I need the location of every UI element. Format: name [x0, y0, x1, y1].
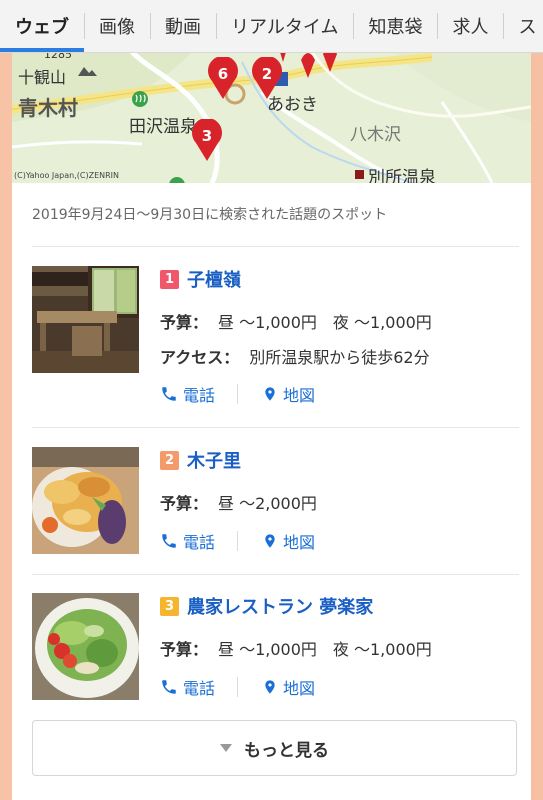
- budget-value: 昼 〜1,000円 夜 〜1,000円: [218, 313, 432, 332]
- map-pin-6[interactable]: 6: [208, 57, 242, 101]
- map-label-onsen: 田沢温泉: [129, 117, 197, 137]
- budget-value: 昼 〜2,000円: [218, 494, 317, 513]
- spot-name-link[interactable]: 子檀嶺: [187, 266, 241, 292]
- budget-row: 予算： 昼 〜1,000円 夜 〜1,000円: [160, 309, 432, 333]
- tab-more-partial[interactable]: ス: [503, 0, 543, 52]
- map-pin-icon: [265, 680, 275, 694]
- map-link[interactable]: 地図: [262, 382, 315, 406]
- phone-label: 電話: [183, 533, 216, 552]
- spot-item: 2 木子里 予算： 昼 〜2,000円 電話 地図: [12, 447, 531, 567]
- map-pin-number: 3: [201, 127, 213, 145]
- access-row: アクセス： 別所温泉駅から徒歩62分: [160, 344, 430, 368]
- phone-icon: [162, 680, 176, 694]
- spot-photo[interactable]: [32, 593, 139, 700]
- action-separator: [237, 677, 239, 697]
- phone-label: 電話: [183, 679, 216, 698]
- phone-link[interactable]: 電話: [160, 675, 215, 699]
- rank-badge: 1: [160, 270, 179, 289]
- phone-label: 電話: [183, 386, 216, 405]
- tab-videos[interactable]: 動画: [150, 0, 216, 52]
- phone-link[interactable]: 電話: [160, 382, 215, 406]
- map-label-mountain: 十観山: [18, 68, 67, 87]
- budget-value: 昼 〜1,000円 夜 〜1,000円: [218, 640, 432, 659]
- map-label-bessho: 別所温泉: [368, 168, 436, 183]
- access-value: 別所温泉駅から徒歩62分: [249, 348, 430, 367]
- phone-icon: [162, 387, 176, 401]
- tab-chiebukuro[interactable]: 知恵袋: [353, 0, 437, 52]
- action-separator: [237, 531, 239, 551]
- spot-photo-image: [32, 447, 139, 554]
- map-label: 地図: [283, 679, 316, 698]
- spot-photo-image: [32, 266, 139, 373]
- map-link[interactable]: 地図: [262, 529, 315, 553]
- budget-key: 予算：: [160, 313, 209, 332]
- spot-photo-image: [32, 593, 139, 700]
- budget-row: 予算： 昼 〜1,000円 夜 〜1,000円: [160, 636, 432, 660]
- phone-icon: [162, 534, 176, 548]
- budget-key: 予算：: [160, 494, 209, 513]
- tab-label: 画像: [99, 17, 135, 38]
- rank-badge: 2: [160, 451, 179, 470]
- divider: [32, 574, 519, 575]
- tab-label: リアルタイム: [231, 17, 339, 38]
- map-pin-2[interactable]: 2: [252, 57, 286, 101]
- tab-label: 知恵袋: [368, 17, 423, 38]
- tab-label: ス: [518, 17, 537, 38]
- spot-item: 1 子檀嶺 予算： 昼 〜1,000円 夜 〜1,000円 アクセス： 別所温泉駅か…: [12, 266, 531, 426]
- map-pin-icon: [265, 387, 275, 401]
- caret-down-icon: [220, 744, 232, 752]
- map-label-elevation: 1285: [44, 52, 72, 61]
- map-pin-number: 2: [261, 65, 273, 83]
- spot-photo[interactable]: [32, 447, 139, 554]
- budget-row: 予算： 昼 〜2,000円: [160, 490, 317, 514]
- spot-actions: 電話 地図: [160, 675, 315, 699]
- divider: [32, 427, 519, 428]
- map-credit: (C)Yahoo Japan,(C)ZENRIN: [14, 171, 120, 180]
- map-link[interactable]: 地図: [262, 675, 315, 699]
- search-tab-bar: ウェブ 画像 動画 リアルタイム 知恵袋 求人 ス: [0, 0, 543, 53]
- budget-key: 予算：: [160, 640, 209, 659]
- spot-photo[interactable]: [32, 266, 139, 373]
- divider: [32, 246, 519, 247]
- map-pin-icon: [265, 534, 275, 548]
- action-separator: [237, 384, 239, 404]
- spot-actions: 電話 地図: [160, 382, 315, 406]
- spots-caption: 2019年9月24日〜9月30日に検索された話題のスポット: [32, 207, 388, 223]
- spot-name-link[interactable]: 木子里: [187, 447, 241, 473]
- tab-jobs[interactable]: 求人: [437, 0, 503, 52]
- map-label: 地図: [283, 533, 316, 552]
- spot-name-link[interactable]: 農家レストラン 夢楽家: [187, 593, 373, 619]
- tab-label: ウェブ: [15, 17, 69, 38]
- map-label-village: 青木村: [18, 96, 78, 120]
- tab-web[interactable]: ウェブ: [0, 0, 84, 52]
- access-key: アクセス：: [160, 348, 240, 367]
- tab-realtime[interactable]: リアルタイム: [216, 0, 353, 52]
- tab-images[interactable]: 画像: [84, 0, 150, 52]
- map-pin-3[interactable]: 3: [192, 119, 226, 163]
- local-spots-card: 1285 十観山 青木村 田沢温泉 あおき 八木沢 別所温泉 (C)Yahoo …: [12, 52, 531, 800]
- spot-item: 3 農家レストラン 夢楽家 予算： 昼 〜1,000円 夜 〜1,000円 電話 …: [12, 593, 531, 713]
- map-pin-number: 6: [217, 65, 229, 83]
- show-more-button[interactable]: もっと見る: [32, 720, 517, 776]
- phone-link[interactable]: 電話: [160, 529, 215, 553]
- rank-badge: 3: [160, 597, 179, 616]
- map-label-yagisawa: 八木沢: [350, 125, 401, 145]
- show-more-label: もっと見る: [244, 740, 329, 761]
- spots-map[interactable]: 1285 十観山 青木村 田沢温泉 あおき 八木沢 別所温泉 (C)Yahoo …: [12, 52, 531, 183]
- map-label: 地図: [283, 386, 316, 405]
- spot-actions: 電話 地図: [160, 529, 315, 553]
- tab-label: 求人: [452, 17, 489, 38]
- tab-label: 動画: [165, 17, 201, 38]
